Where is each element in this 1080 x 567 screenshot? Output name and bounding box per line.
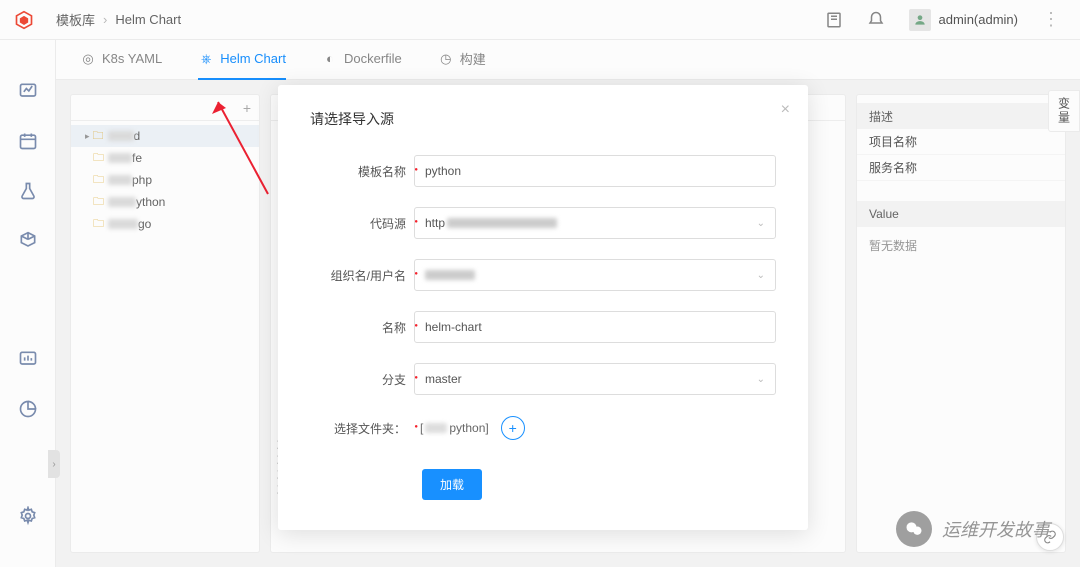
load-button[interactable]: 加载 xyxy=(422,469,482,500)
input-template-name[interactable]: python xyxy=(414,155,776,187)
modal-close-button[interactable]: × xyxy=(781,101,790,119)
chevron-down-icon: ⌄ xyxy=(757,218,765,229)
label-name: 名称 xyxy=(310,319,414,336)
select-source[interactable]: http⌄ xyxy=(414,207,776,239)
label-template-name: 模板名称 xyxy=(310,163,414,180)
import-source-modal: × 请选择导入源 模板名称 python 代码源 http⌄ 组织名/用户名 ⌄… xyxy=(278,85,808,530)
label-branch: 分支 xyxy=(310,371,414,388)
input-name[interactable]: helm-chart xyxy=(414,311,776,343)
folder-chip[interactable]: [python] xyxy=(414,415,495,441)
chevron-down-icon: ⌄ xyxy=(757,270,765,281)
watermark: 运维开发故事 xyxy=(896,511,1050,547)
select-branch[interactable]: master⌄ xyxy=(414,363,776,395)
select-org[interactable]: ⌄ xyxy=(414,259,776,291)
label-org: 组织名/用户名 xyxy=(310,267,414,284)
modal-title: 请选择导入源 xyxy=(310,109,776,129)
label-source: 代码源 xyxy=(310,215,414,232)
wechat-icon xyxy=(896,511,932,547)
add-folder-button[interactable]: + xyxy=(501,416,525,440)
chevron-down-icon: ⌄ xyxy=(757,374,765,385)
label-folder: 选择文件夹： xyxy=(310,420,414,437)
